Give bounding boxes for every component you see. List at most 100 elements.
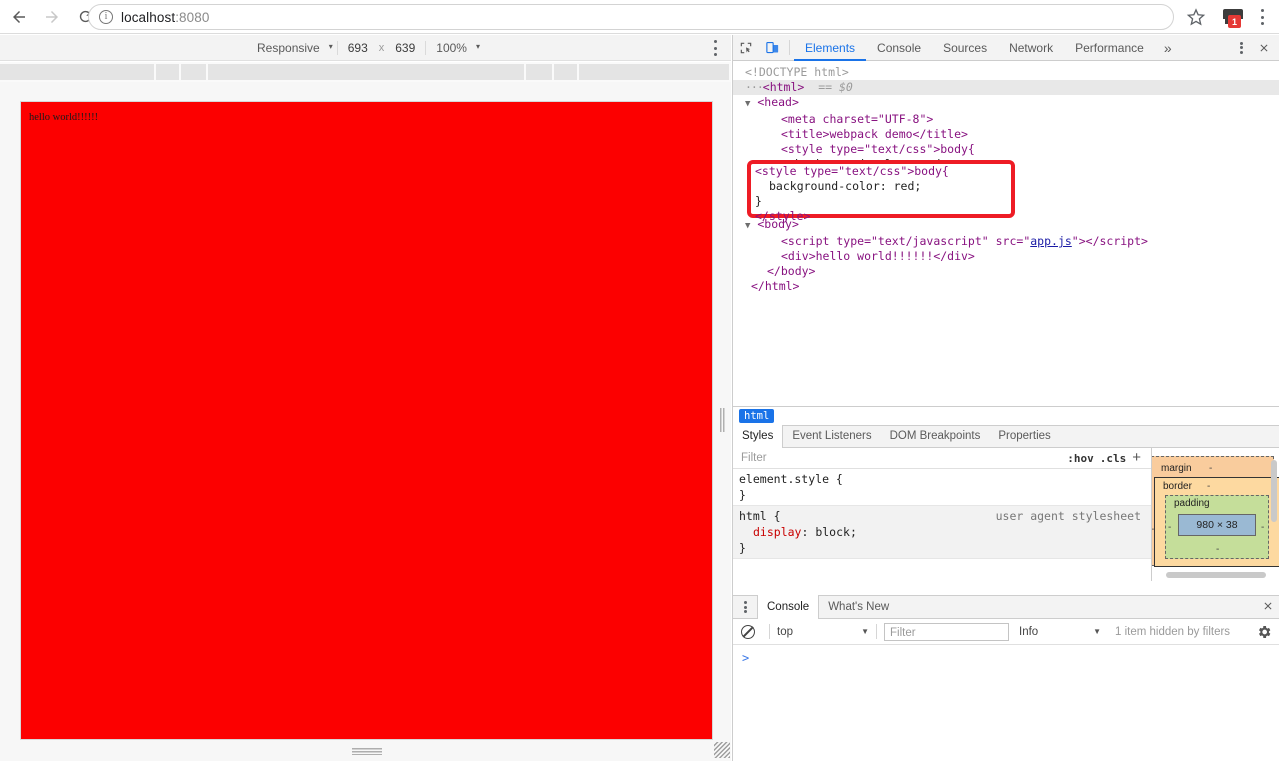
viewport-resize-handle-bottom[interactable] <box>352 748 382 755</box>
close-drawer-button[interactable] <box>1262 600 1274 615</box>
tab-console[interactable]: Console <box>866 35 932 61</box>
tab-dom-breakpoints[interactable]: DOM Breakpoints <box>881 425 990 448</box>
tab-styles[interactable]: Styles <box>732 425 784 448</box>
box-model-padding[interactable]: padding - - - 980 × 38 <box>1165 495 1269 559</box>
box-model-padding-label: padding <box>1174 498 1210 509</box>
dom-node-html-close[interactable]: </html> <box>733 279 1279 294</box>
close-devtools-button[interactable] <box>1253 37 1275 59</box>
box-model-border[interactable]: border - padding - - - 980 × 38 - <box>1152 477 1279 567</box>
dom-node-body-close[interactable]: </body> <box>733 264 1279 279</box>
styles-tabbar: Styles Event Listeners DOM Breakpoints P… <box>732 425 1279 448</box>
drawer-menu-button[interactable] <box>737 600 753 614</box>
console-context-selector[interactable]: top ▼ <box>777 626 869 638</box>
browser-menu-button[interactable] <box>1254 8 1270 26</box>
devtools-tabbar-actions <box>1233 37 1275 59</box>
box-model-margin-value[interactable]: - <box>1209 463 1212 474</box>
dom-node-html-open[interactable]: ···<html> == $0 <box>733 80 1279 95</box>
viewport-resize-handle-corner[interactable] <box>714 742 730 758</box>
box-model-scrollbar-vertical[interactable] <box>1271 460 1277 522</box>
hov-toggle-button[interactable]: :hov <box>1067 452 1100 465</box>
dom-node-div[interactable]: <div>hello world!!!!!!</div> <box>733 249 1279 264</box>
toggle-device-toolbar-button[interactable] <box>759 35 785 61</box>
device-name: Responsive <box>257 40 320 55</box>
device-toolbar-menu-button[interactable] <box>707 39 723 57</box>
forward-button[interactable] <box>38 3 66 31</box>
box-model-padding-bottom-value[interactable]: - <box>1216 544 1219 555</box>
kebab-dot <box>1260 15 1264 19</box>
more-tabs-button[interactable]: » <box>1155 40 1181 56</box>
styles-filter-row: Filter :hov .cls + <box>733 448 1151 469</box>
media-query-segment[interactable] <box>208 64 524 80</box>
style-rule-element-style[interactable]: element.style { } <box>733 469 1151 505</box>
box-model-margin[interactable]: margin - border - padding - - - 980 × 38… <box>1152 456 1279 567</box>
box-model-padding-right-value[interactable]: - <box>1261 522 1264 533</box>
box-model-padding-left-value[interactable]: - <box>1168 522 1171 533</box>
box-model-border-value[interactable]: - <box>1207 481 1210 492</box>
media-query-segment[interactable] <box>526 64 552 80</box>
dom-node-meta[interactable]: <meta charset="UTF-8"> <box>733 112 1279 127</box>
media-query-segment[interactable] <box>554 64 577 80</box>
back-button[interactable] <box>5 3 33 31</box>
extension-button[interactable]: 1 <box>1222 6 1244 28</box>
viewport-width-input[interactable]: 693 <box>342 41 374 55</box>
device-selector[interactable]: Responsive ▾ <box>251 41 333 55</box>
zoom-selector[interactable]: 100% ▾ <box>430 41 480 55</box>
media-query-segment[interactable] <box>156 64 179 80</box>
tab-sources[interactable]: Sources <box>932 35 998 61</box>
console-output[interactable]: > <box>733 645 1279 759</box>
box-model-content[interactable]: 980 × 38 <box>1178 514 1256 536</box>
inspect-element-button[interactable] <box>733 35 759 61</box>
divider <box>876 624 877 639</box>
tab-performance[interactable]: Performance <box>1064 35 1155 61</box>
console-filter-bar: top ▼ Filter Info ▼ 1 item hidden by fil… <box>733 619 1279 645</box>
styles-filter-input[interactable]: Filter <box>737 452 1067 464</box>
console-filter-input[interactable]: Filter <box>884 622 1009 641</box>
clear-console-icon[interactable] <box>741 624 755 639</box>
tab-event-listeners[interactable]: Event Listeners <box>783 425 880 448</box>
divider <box>789 40 790 55</box>
media-query-segment[interactable] <box>181 64 206 80</box>
media-query-segment[interactable] <box>0 64 154 80</box>
box-model-diagram[interactable]: margin - border - padding - - - 980 × 38… <box>1151 448 1279 581</box>
address-bar[interactable]: i localhost:8080 <box>88 4 1174 30</box>
dom-node-title[interactable]: <title>webpack demo</title> <box>733 127 1279 142</box>
styles-rules-area: Filter :hov .cls + element.style { } htm… <box>733 448 1151 581</box>
media-query-segment[interactable] <box>579 64 729 80</box>
dom-node-script[interactable]: <script type="text/javascript" src="app.… <box>733 234 1279 249</box>
bookmark-button[interactable] <box>1186 7 1206 27</box>
style-rule-html[interactable]: html { display: block; } user agent styl… <box>733 505 1151 559</box>
dom-node-doctype[interactable]: <!DOCTYPE html> <box>733 65 1279 80</box>
device-mode-toolbar: Responsive ▾ 693 x 639 100% ▾ <box>0 35 731 61</box>
drawer-tab-whats-new[interactable]: What's New <box>819 595 898 619</box>
devtools-menu-button[interactable] <box>1233 41 1249 55</box>
devtools-panel: Elements Console Sources Network Perform… <box>732 35 1279 761</box>
page-viewport[interactable]: hello world!!!!!! <box>20 101 713 740</box>
style-declaration[interactable]: display: block; <box>739 524 1145 540</box>
kebab-dot <box>1239 46 1243 49</box>
chevron-down-icon: ▾ <box>328 42 333 51</box>
tab-elements[interactable]: Elements <box>794 35 866 61</box>
dom-tree[interactable]: <!DOCTYPE html> ···<html> == $0 ▼ <head>… <box>733 61 1279 406</box>
dom-node-head-open[interactable]: ▼ <head> <box>733 95 1279 112</box>
box-model-scrollbar-horizontal[interactable] <box>1166 572 1266 578</box>
viewport-height-input[interactable]: 639 <box>389 41 421 55</box>
new-style-rule-button[interactable]: + <box>1132 450 1147 467</box>
script-src-link[interactable]: app.js <box>1030 234 1072 248</box>
breadcrumb-item-html[interactable]: html <box>739 409 775 423</box>
console-settings-button[interactable] <box>1256 624 1272 640</box>
drawer-tab-console[interactable]: Console <box>757 595 820 619</box>
dom-node-style-open[interactable]: <style type="text/css">body{ <box>733 142 1279 157</box>
tab-properties[interactable]: Properties <box>989 425 1059 448</box>
media-query-ruler[interactable] <box>0 62 731 82</box>
page-content-text: hello world!!!!!! <box>29 112 99 123</box>
devtools-split-handle[interactable] <box>720 408 726 432</box>
kebab-dot <box>743 610 747 613</box>
kebab-dot <box>1239 41 1243 45</box>
tab-network[interactable]: Network <box>998 35 1064 61</box>
site-info-icon[interactable]: i <box>99 10 113 24</box>
cls-toggle-button[interactable]: .cls <box>1100 452 1133 465</box>
kebab-dot <box>713 53 717 56</box>
box-model-border-left-value[interactable]: - <box>1152 524 1154 535</box>
console-level-selector[interactable]: Info ▼ <box>1019 626 1101 638</box>
console-prompt-caret: > <box>742 651 750 665</box>
